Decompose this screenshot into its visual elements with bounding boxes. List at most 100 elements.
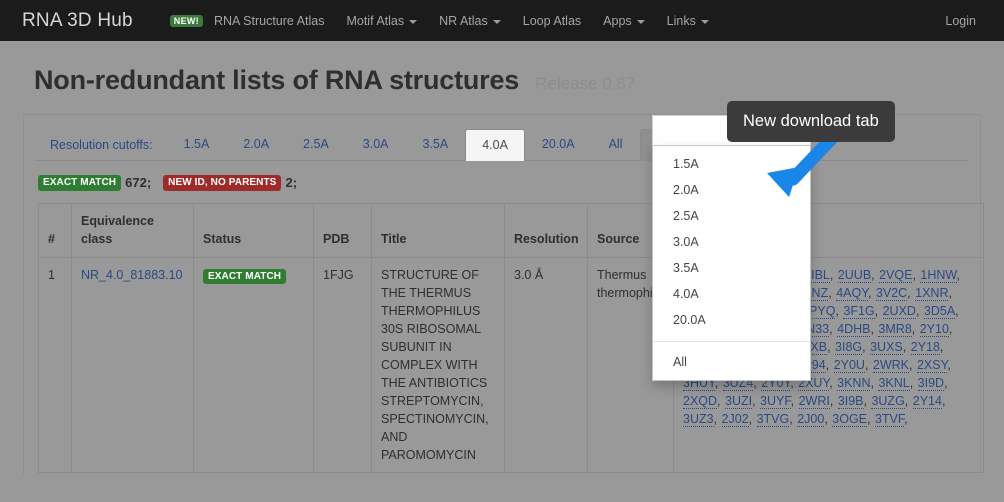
pdb-id-link[interactable]: 3V2C [876, 286, 907, 301]
pdb-id-link[interactable]: 2J02 [722, 412, 749, 427]
cell-resolution: 3.0 Å [505, 257, 588, 472]
nav-item-links[interactable]: Links [656, 14, 720, 28]
tab-3-5a[interactable]: 3.5A [405, 128, 465, 160]
pdb-id-link[interactable]: 3UYF [760, 394, 791, 409]
cell-title: STRUCTURE OF THE THERMUS THERMOPHILUS 30… [372, 257, 505, 472]
pdb-id-link[interactable]: 1HNW [920, 268, 956, 283]
equivalence-class-link[interactable]: NR_4.0_81883.10 [81, 268, 182, 282]
panel-body: Resolution cutoffs: 1.5A 2.0A 2.5A 3.0A … [24, 115, 980, 473]
dropdown-item-all[interactable]: All [653, 349, 810, 375]
pdb-id-link[interactable]: 3I8G [835, 340, 862, 355]
dropdown-item-3-0a[interactable]: 3.0A [653, 229, 810, 255]
dropdown-item-2-0a[interactable]: 2.0A [653, 177, 810, 203]
col-header-resolution: Resolution [505, 203, 588, 257]
pdb-id-link[interactable]: 2Y14 [913, 394, 942, 409]
status-badge-exact-match: EXACT MATCH [203, 269, 286, 285]
nr-table-wrapper: # Equivalence class Status PDB Title Res… [38, 203, 966, 473]
tab-1-5a[interactable]: 1.5A [167, 128, 227, 160]
page-container: Non-redundant lists of RNA structures Re… [22, 41, 982, 502]
pdb-id-link[interactable]: 2J00 [797, 412, 824, 427]
dropdown-item-4-0a[interactable]: 4.0A [653, 281, 810, 307]
pdb-id-link[interactable]: 2VQE [879, 268, 912, 283]
chevron-down-icon [637, 20, 645, 24]
release-label: Release 0.87 [535, 74, 635, 94]
pdb-id-link[interactable]: 3MR8 [878, 322, 911, 337]
dropdown-item-20-0a[interactable]: 20.0A [653, 307, 810, 333]
pdb-id-link[interactable]: 2XQD [683, 394, 717, 409]
status-badge-new-id: NEW ID, NO PARENTS [163, 175, 281, 191]
page-title: Non-redundant lists of RNA structures [34, 65, 519, 96]
pdb-id-link[interactable]: 4AQY [836, 286, 868, 301]
brand-logo[interactable]: RNA 3D Hub [22, 10, 133, 32]
pdb-id-link[interactable]: 2XSY [917, 358, 947, 373]
tabs-label: Resolution cutoffs: [38, 131, 167, 160]
nav-item-label: RNA Structure Atlas [214, 14, 324, 28]
pdb-id-link[interactable]: 3UZG [871, 394, 904, 409]
chevron-down-icon [493, 20, 501, 24]
nav-item-loop-atlas[interactable]: Loop Atlas [512, 14, 592, 28]
pdb-id-link[interactable]: 2WRI [799, 394, 830, 409]
new-id-count: 2; [285, 175, 297, 190]
dropdown-divider [653, 341, 810, 342]
pdb-id-link[interactable]: 2WRK [873, 358, 909, 373]
dropdown-item-2-5a[interactable]: 2.5A [653, 203, 810, 229]
col-header-num: # [39, 203, 72, 257]
nav-item-nr-atlas[interactable]: NR Atlas [428, 14, 512, 28]
pdb-id-link[interactable]: 3UXS [870, 340, 903, 355]
pdb-id-link[interactable]: 3D5A [924, 304, 955, 319]
col-header-status: Status [194, 203, 314, 257]
pdb-id-link[interactable]: 4DHB [837, 322, 870, 337]
cell-num: 1 [39, 257, 72, 472]
nav-item-motif-atlas[interactable]: Motif Atlas [335, 14, 428, 28]
tab-2-5a[interactable]: 2.5A [286, 128, 346, 160]
tab-4-0a[interactable]: 4.0A [465, 129, 525, 161]
nav-item-label: NR Atlas [439, 14, 488, 28]
table-head: # Equivalence class Status PDB Title Res… [39, 203, 984, 257]
pdb-id-link[interactable]: 3UZ3 [683, 412, 714, 427]
pdb-id-link[interactable]: 2Y10 [920, 322, 949, 337]
tab-2-0a[interactable]: 2.0A [226, 128, 286, 160]
download-dropdown-menu: 1.5A 2.0A 2.5A 3.0A 3.5A 4.0A 20.0A All [652, 145, 811, 381]
nav-item-apps[interactable]: Apps [592, 14, 656, 28]
col-header-title: Title [372, 203, 505, 257]
nr-table: # Equivalence class Status PDB Title Res… [38, 203, 984, 473]
dropdown-item-3-5a[interactable]: 3.5A [653, 255, 810, 281]
summary-badges: EXACT MATCH 672; NEW ID, NO PARENTS 2; [36, 161, 968, 203]
nav-items: NEW! RNA Structure Atlas Motif Atlas NR … [159, 14, 720, 28]
dropdown-item-1-5a[interactable]: 1.5A [653, 151, 810, 177]
nav-item-label: Motif Atlas [346, 14, 404, 28]
pdb-id-link[interactable]: 3I9B [838, 394, 864, 409]
new-badge-icon: NEW! [170, 15, 203, 27]
pdb-id-link[interactable]: 1XNR [915, 286, 948, 301]
pdb-id-link[interactable]: 3OGE [832, 412, 867, 427]
page-body: Non-redundant lists of RNA structures Re… [0, 41, 1004, 502]
cell-equivalence-class: NR_4.0_81883.10 [72, 257, 194, 472]
tab-all[interactable]: All [592, 128, 640, 160]
login-link[interactable]: Login [945, 14, 976, 28]
tooltip-new-download-tab: New download tab [727, 101, 895, 142]
col-header-equivalence-class: Equivalence class [72, 203, 194, 257]
exact-match-count: 672; [125, 175, 151, 190]
cell-status: EXACT MATCH [194, 257, 314, 472]
content-panel: Resolution cutoffs: 1.5A 2.0A 2.5A 3.0A … [23, 114, 981, 475]
pdb-id-link[interactable]: 2UXD [883, 304, 916, 319]
pdb-id-link[interactable]: 3KNN [837, 376, 870, 391]
table-header-row: # Equivalence class Status PDB Title Res… [39, 203, 984, 257]
table-row: 1 NR_4.0_81883.10 EXACT MATCH 1FJG STRUC… [39, 257, 984, 472]
pdb-id-link[interactable]: 3I9D [918, 376, 944, 391]
pdb-id-link[interactable]: 3KNL [878, 376, 909, 391]
pdb-id-link[interactable]: 3UZI [725, 394, 752, 409]
tab-3-0a[interactable]: 3.0A [346, 128, 406, 160]
tab-20-0a[interactable]: 20.0A [525, 128, 592, 160]
pdb-id-link[interactable]: 2Y18 [911, 340, 940, 355]
nav-item-label: Loop Atlas [523, 14, 581, 28]
chevron-down-icon [409, 20, 417, 24]
pdb-id-link[interactable]: 2UUB [838, 268, 871, 283]
nav-item-label: Links [667, 14, 696, 28]
status-badge-exact-match: EXACT MATCH [38, 175, 121, 191]
pdb-id-link[interactable]: 3TVF [875, 412, 904, 427]
pdb-id-link[interactable]: 3TVG [757, 412, 790, 427]
pdb-id-link[interactable]: 2Y0U [834, 358, 865, 373]
pdb-id-link[interactable]: 3F1G [843, 304, 874, 319]
nav-item-rna-structure-atlas[interactable]: NEW! RNA Structure Atlas [159, 14, 336, 28]
